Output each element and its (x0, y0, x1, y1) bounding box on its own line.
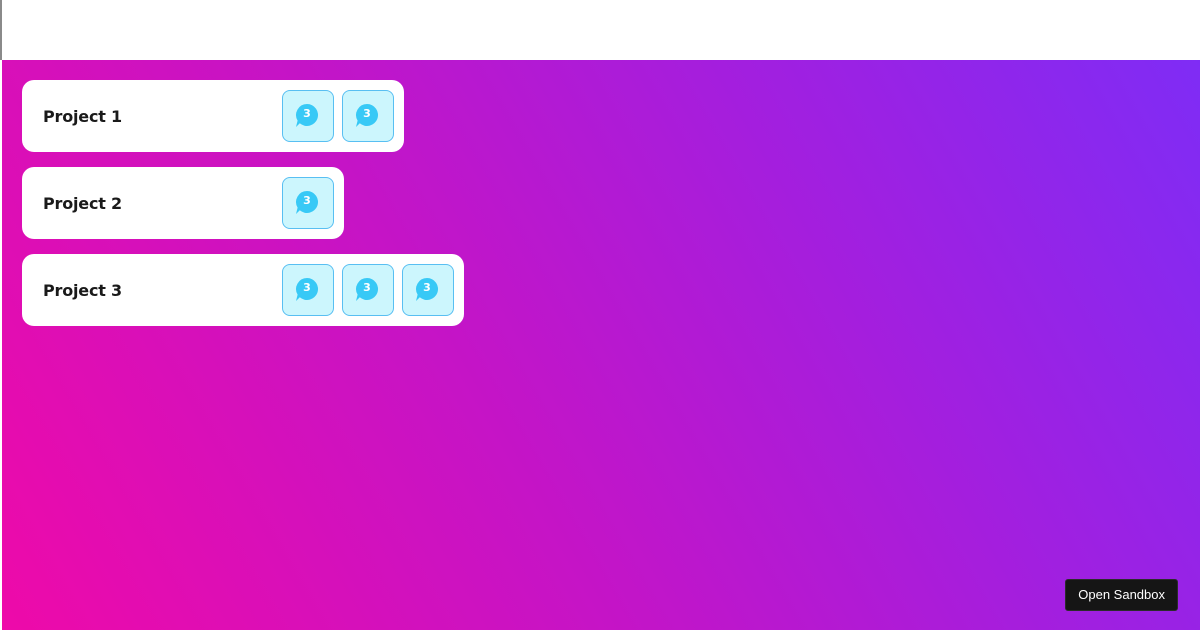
comment-badge[interactable]: 3 (282, 90, 334, 142)
project-name: Project 1 (43, 106, 122, 126)
open-sandbox-button[interactable]: Open Sandbox (1065, 579, 1178, 611)
project-name: Project 2 (43, 193, 122, 213)
badge-count: 3 (423, 281, 431, 294)
badge-group: 3 3 (282, 90, 394, 142)
badge-count: 3 (303, 107, 311, 120)
page: Project 1 3 3 Project 2 3 Project 3 3 3 … (0, 0, 1200, 630)
chat-bubble-icon: 3 (295, 103, 321, 129)
top-bar (0, 0, 1200, 60)
project-name: Project 3 (43, 280, 122, 300)
badge-group: 3 (282, 177, 334, 229)
badge-group: 3 3 3 (282, 264, 454, 316)
badge-count: 3 (303, 281, 311, 294)
project-list: Project 1 3 3 Project 2 3 Project 3 3 3 … (22, 80, 464, 341)
chat-bubble-icon: 3 (415, 277, 441, 303)
comment-badge[interactable]: 3 (282, 177, 334, 229)
badge-count: 3 (363, 281, 371, 294)
project-card: Project 2 3 (22, 167, 344, 239)
chat-bubble-icon: 3 (355, 277, 381, 303)
project-card: Project 1 3 3 (22, 80, 404, 152)
app-canvas: Project 1 3 3 Project 2 3 Project 3 3 3 … (2, 60, 1200, 630)
project-card: Project 3 3 3 3 (22, 254, 464, 326)
comment-badge[interactable]: 3 (342, 90, 394, 142)
comment-badge[interactable]: 3 (342, 264, 394, 316)
badge-count: 3 (363, 107, 371, 120)
chat-bubble-icon: 3 (295, 277, 321, 303)
chat-bubble-icon: 3 (355, 103, 381, 129)
comment-badge[interactable]: 3 (282, 264, 334, 316)
badge-count: 3 (303, 194, 311, 207)
comment-badge[interactable]: 3 (402, 264, 454, 316)
chat-bubble-icon: 3 (295, 190, 321, 216)
